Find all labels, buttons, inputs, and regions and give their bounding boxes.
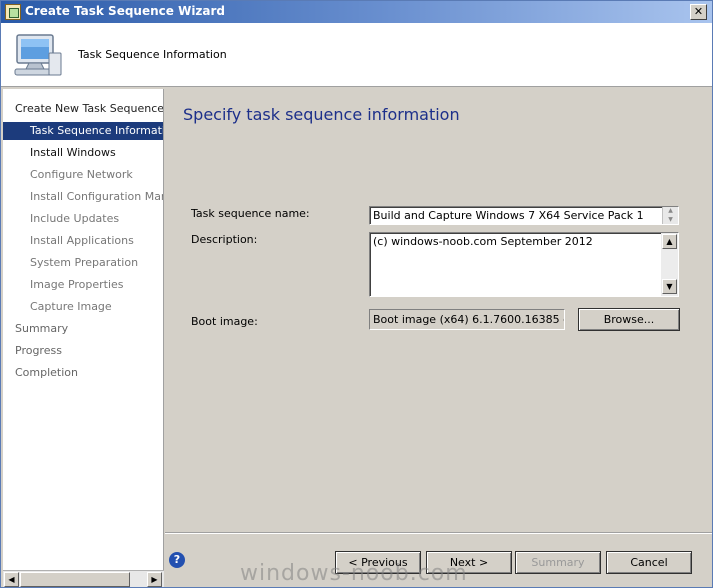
wizard-content: Specify task sequence information Task s…: [165, 89, 712, 533]
spin-up-icon[interactable]: ▲: [663, 207, 678, 216]
spin-down-icon[interactable]: ▼: [663, 216, 678, 225]
title-bar: Create Task Sequence Wizard ✕: [1, 1, 712, 23]
step-progress[interactable]: Progress: [3, 342, 163, 360]
wizard-steps-sidebar: Create New Task Sequence Task Sequence I…: [3, 89, 164, 570]
task-sequence-name-input[interactable]: Build and Capture Windows 7 X64 Service …: [369, 206, 679, 225]
watermark: windows-noob.com: [240, 561, 468, 586]
scrollbar-thumb[interactable]: [20, 572, 130, 587]
step-install-applications[interactable]: Install Applications: [3, 232, 163, 250]
description-value: (c) windows-noob.com September 2012: [373, 235, 593, 248]
scroll-left-arrow-icon[interactable]: ◀: [4, 572, 19, 587]
boot-image-value: Boot image (x64) 6.1.7600.16385 en-US: [369, 309, 565, 330]
summary-button: Summary: [515, 551, 601, 574]
sidebar-horizontal-scrollbar[interactable]: ◀ ▶: [3, 570, 164, 587]
step-completion[interactable]: Completion: [3, 364, 163, 382]
boot-image-label: Boot image:: [191, 315, 258, 328]
scroll-up-arrow-icon[interactable]: ▲: [662, 234, 677, 249]
step-install-windows[interactable]: Install Windows: [3, 144, 163, 162]
close-button[interactable]: ✕: [690, 4, 707, 20]
step-system-preparation[interactable]: System Preparation: [3, 254, 163, 272]
name-field-scroll[interactable]: ▲ ▼: [662, 207, 678, 224]
window-title: Create Task Sequence Wizard: [25, 4, 226, 18]
page-title: Specify task sequence information: [183, 105, 460, 124]
wizard-header: Task Sequence Information: [1, 23, 712, 87]
wizard-window: Create Task Sequence Wizard ✕ Task Seque…: [0, 0, 713, 588]
description-textarea[interactable]: (c) windows-noob.com September 2012 ▲ ▼: [369, 232, 679, 297]
scroll-right-arrow-icon[interactable]: ▶: [147, 572, 162, 587]
task-sequence-name-value: Build and Capture Windows 7 X64 Service …: [373, 209, 644, 222]
step-configure-network[interactable]: Configure Network: [3, 166, 163, 184]
step-capture-image[interactable]: Capture Image: [3, 298, 163, 316]
step-install-configuration-manager[interactable]: Install Configuration Manag: [3, 188, 163, 206]
description-vertical-scrollbar[interactable]: ▲ ▼: [661, 233, 678, 296]
browse-button[interactable]: Browse...: [578, 308, 680, 331]
step-image-properties[interactable]: Image Properties: [3, 276, 163, 294]
computer-monitor-icon: [14, 34, 62, 76]
task-sequence-name-label: Task sequence name:: [191, 207, 310, 220]
wizard-app-icon: [5, 4, 21, 20]
help-icon[interactable]: ?: [169, 552, 185, 568]
description-label: Description:: [191, 233, 258, 246]
step-task-sequence-information[interactable]: Task Sequence Information: [3, 122, 163, 140]
scroll-down-arrow-icon[interactable]: ▼: [662, 279, 677, 294]
step-include-updates[interactable]: Include Updates: [3, 210, 163, 228]
cancel-button[interactable]: Cancel: [606, 551, 692, 574]
step-summary[interactable]: Summary: [3, 320, 163, 338]
header-title: Task Sequence Information: [78, 48, 227, 61]
step-create-new-task-sequence[interactable]: Create New Task Sequence: [3, 100, 163, 118]
